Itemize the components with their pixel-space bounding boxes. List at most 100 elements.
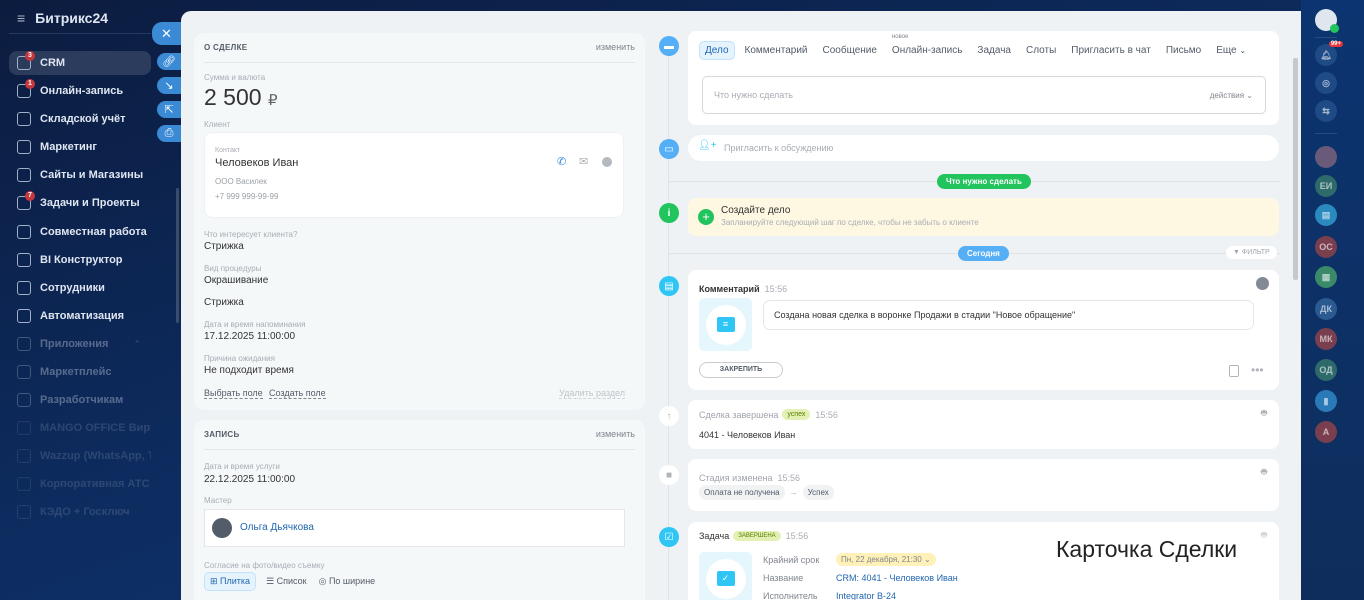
chat-avatar[interactable]: ДК <box>1315 298 1337 320</box>
sidebar-item[interactable]: Wazzup (WhatsApp, T... <box>9 444 151 468</box>
assignee-link[interactable]: Integrator B-24 <box>836 591 896 600</box>
view-tile[interactable]: ⊞ Плитка <box>204 572 257 591</box>
arrow-down-right-icon: ↘ <box>164 80 174 92</box>
select-field-link[interactable]: Выбрать поле <box>204 388 263 399</box>
sidebar-item[interactable]: Складской учёт <box>9 107 151 131</box>
comment-text[interactable]: Создана новая сделка в воронке Продажи в… <box>763 300 1254 330</box>
sidebar-item[interactable]: Приложения ⌃ <box>9 332 151 356</box>
timeline-tab[interactable]: Слоты <box>1021 42 1061 59</box>
sidebar-item[interactable]: 7 Задачи и Проекты <box>9 191 151 215</box>
timeline-tab[interactable]: Задача <box>972 42 1016 59</box>
section-title: О СДЕЛКЕ <box>204 43 248 52</box>
left-sidebar: ≡ Битрикс24 3 CRM 1 Онлайн-запись Складской у… <box>0 0 179 600</box>
robot-icon: 🤖︎ <box>1261 408 1267 419</box>
phone[interactable]: +7 999 999-99-99 <box>215 192 278 201</box>
user-avatar[interactable] <box>1315 9 1339 33</box>
divider <box>9 33 151 34</box>
view-width[interactable]: ◎ По ширине <box>317 572 378 591</box>
news-icon: ▦ <box>1321 271 1331 282</box>
sidebar-scrollbar[interactable] <box>176 188 179 323</box>
logo[interactable]: ≡ Битрикс24 <box>17 10 108 26</box>
chat-avatar[interactable]: ОС <box>1315 236 1337 258</box>
copy-link-button[interactable]: 🔗︎ <box>157 53 181 70</box>
create-activity-hint[interactable]: + Создайте дело Запланируйте следующий ш… <box>688 198 1279 236</box>
actions-dropdown[interactable]: действия ⌄ <box>1210 91 1253 100</box>
sidebar-item-label: Wazzup (WhatsApp, T... <box>40 450 151 462</box>
sidebar-item[interactable]: Сайты и Магазины <box>9 163 151 187</box>
comment-icon: ▤ <box>659 276 679 296</box>
timeline-tab[interactable]: Сообщение <box>818 42 882 59</box>
sidebar-item[interactable]: Совместная работа⌄ <box>9 220 151 244</box>
collab-icon <box>17 225 31 239</box>
sidebar-item[interactable]: Автоматизация <box>9 304 151 328</box>
master-field: Ольга Дьячкова <box>204 509 625 547</box>
external-link-icon: ⇱ <box>164 104 174 116</box>
print-button[interactable]: ⎙ <box>157 125 181 142</box>
messenger-button[interactable]: ⇆ <box>1315 100 1337 122</box>
chat-avatar[interactable]: ▤ <box>1315 204 1337 226</box>
todo-input[interactable]: Что нужно сделать действия ⌄ <box>702 76 1266 114</box>
bookmark-icon: ▮ <box>1323 395 1329 406</box>
sidebar-item[interactable]: Маркетинг <box>9 135 151 159</box>
task-link[interactable]: CRM: 4041 - Человеков Иван <box>836 573 958 583</box>
chat-avatar[interactable]: ОД <box>1315 359 1337 381</box>
chevron-down-icon: ⌄ <box>1239 46 1247 55</box>
chat-avatar[interactable]: А <box>1315 421 1337 443</box>
chat-avatar[interactable] <box>1315 146 1337 168</box>
marketplace-icon <box>17 365 31 379</box>
sidebar-item[interactable]: Корпоративная АТС ... <box>9 472 151 496</box>
bell-icon: 🔔︎ <box>1320 49 1332 60</box>
menu-icon[interactable]: ≡ <box>17 10 25 26</box>
note-icon[interactable] <box>1229 365 1239 377</box>
timeline-tab[interactable]: Дело <box>699 41 735 60</box>
chat-avatar[interactable]: МК <box>1315 328 1337 350</box>
create-field-link[interactable]: Создать поле <box>269 388 326 399</box>
sidebar-item[interactable]: КЭДО + Госключ <box>9 500 151 524</box>
timeline-tab[interactable]: Письмо <box>1161 42 1206 59</box>
sidebar-item[interactable]: BI Конструктор <box>9 248 151 272</box>
sidebar-item-label: Автоматизация <box>40 310 125 322</box>
chat-avatar[interactable]: ▦ <box>1315 266 1337 288</box>
mail-icon[interactable]: ✉ <box>579 155 588 168</box>
timeline-tab[interactable]: Комментарий <box>740 42 813 59</box>
timeline-tab[interactable]: Пригласить в чат <box>1066 42 1156 59</box>
sidebar-item[interactable]: Сотрудники <box>9 276 151 300</box>
minimize-button[interactable]: ↘ <box>157 77 181 94</box>
phone-icon[interactable]: ✆ <box>557 155 566 168</box>
close-slider-button[interactable]: ✕ <box>152 22 181 45</box>
chat-avatar[interactable]: ЕИ <box>1315 175 1337 197</box>
sidebar-item[interactable]: 1 Онлайн-запись <box>9 79 151 103</box>
sidebar-item[interactable]: Маркетплейс <box>9 360 151 384</box>
view-list[interactable]: ☰ Список <box>264 572 309 591</box>
notifications-button[interactable]: 🔔︎ 99+ <box>1315 41 1343 66</box>
pin-button[interactable]: ЗАКРЕПИТЬ <box>699 362 783 378</box>
chat-icon[interactable] <box>602 157 612 167</box>
master-link[interactable]: Ольга Дьячкова <box>240 522 314 533</box>
sidebar-item[interactable]: 3 CRM <box>9 51 151 75</box>
counter-badge: 3 <box>25 51 35 61</box>
invite-input[interactable]: 👤︎+ Пригласить к обсуждению <box>688 135 1279 161</box>
more-icon[interactable]: ••• <box>1251 363 1264 377</box>
deal-link[interactable]: 4041 - Человеков Иван <box>699 430 795 440</box>
kedo-icon <box>17 505 31 519</box>
timeline-tab[interactable]: Онлайн-запись новое <box>887 34 968 59</box>
search-button[interactable]: ◎ <box>1315 72 1337 94</box>
deadline-pill[interactable]: Пн, 22 декабря, 21:30 ⌄ <box>836 553 936 566</box>
filter-button[interactable]: ▼ ФИЛЬТР <box>1226 246 1277 259</box>
stage-from: Оплата не получена <box>699 485 785 500</box>
sidebar-item-label: КЭДО + Госключ <box>40 506 130 518</box>
chat-avatar[interactable]: ▮ <box>1315 390 1337 412</box>
edit-link[interactable]: изменить <box>596 42 635 52</box>
sidebar-item[interactable]: Разработчикам <box>9 388 151 412</box>
plus-icon[interactable]: + <box>698 209 714 225</box>
sidebar-item-label: Маркетплейс <box>40 366 112 378</box>
company-name[interactable]: ООО Василек <box>215 177 267 186</box>
delete-section-link[interactable]: Удалить раздел <box>559 388 625 399</box>
timeline-scrollbar[interactable] <box>1293 58 1298 280</box>
group-chat-icon: ▤ <box>1321 209 1331 220</box>
contact-name[interactable]: Человеков Иван <box>215 157 298 169</box>
open-new-window-button[interactable]: ⇱ <box>157 101 181 118</box>
sidebar-item[interactable]: MANGO OFFICE Вирт... <box>9 416 151 440</box>
timeline-tab[interactable]: Еще ⌄ <box>1211 42 1251 59</box>
edit-link[interactable]: изменить <box>596 429 635 439</box>
